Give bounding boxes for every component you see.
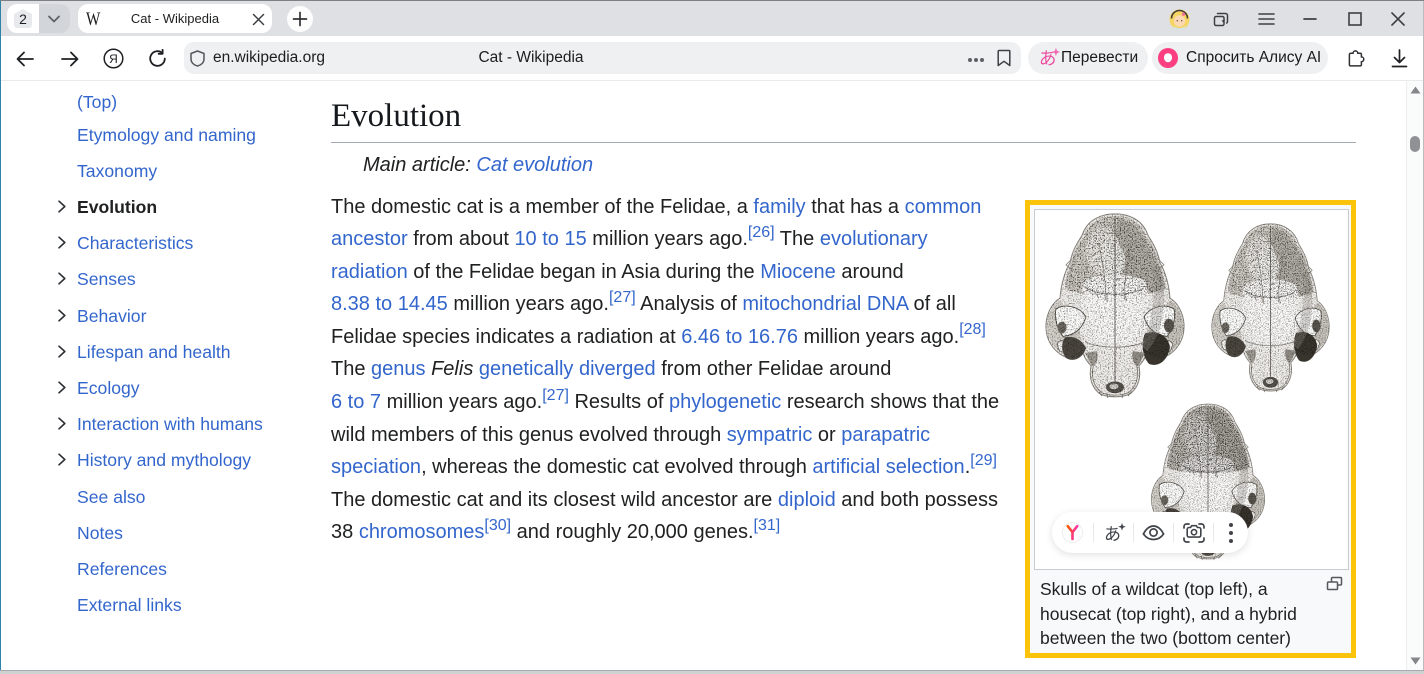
svg-text:あ: あ xyxy=(1104,525,1121,544)
svg-text:Я: Я xyxy=(109,52,118,66)
